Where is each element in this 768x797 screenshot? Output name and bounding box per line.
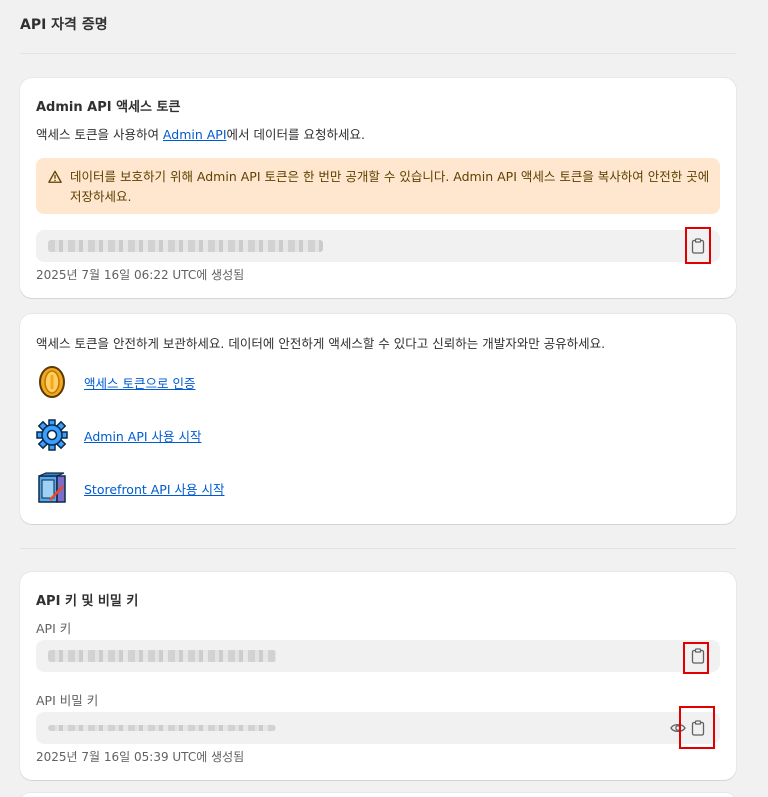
storefront-api-start-link[interactable]: Storefront API 사용 시작: [84, 479, 224, 498]
security-text: 액세스 토큰을 안전하게 보관하세요. 데이터에 안전하게 액세스할 수 있다고…: [36, 336, 606, 351]
card-description: 액세스 토큰을 사용하여 Admin API에서 데이터를 요청하세요.: [36, 124, 365, 143]
security-card: 액세스 토큰을 안전하게 보관하세요. 데이터에 안전하게 액세스할 수 있다고…: [20, 314, 736, 524]
copy-secret-button[interactable]: [686, 716, 710, 740]
resource-link-row[interactable]: Storefront API 사용 시작: [36, 470, 224, 506]
created-timestamp: 2025년 7월 16일 05:39 UTC에 생성됨: [36, 750, 245, 764]
resource-link-row[interactable]: 액세스 토큰으로 인증: [36, 364, 195, 400]
masked-api-secret: [48, 725, 276, 731]
warning-banner: 데이터를 보호하기 위해 Admin API 토큰은 한 번만 공개할 수 있습…: [36, 158, 720, 214]
clipboard-icon: [691, 720, 705, 736]
token-field[interactable]: [36, 230, 720, 262]
api-key-label: API 키: [36, 621, 72, 636]
coin-icon: [36, 366, 68, 398]
eye-icon: [670, 723, 686, 733]
api-key-field[interactable]: [36, 640, 720, 672]
card-title: Admin API 액세스 토큰: [36, 100, 181, 115]
storefront-icon: [36, 472, 68, 504]
divider: [20, 548, 736, 549]
description-suffix: 에서 데이터를 요청하세요.: [226, 127, 365, 142]
next-card-edge: [20, 793, 736, 797]
copy-api-key-button[interactable]: [686, 644, 710, 668]
masked-api-key: [48, 650, 276, 662]
warning-icon: [48, 170, 62, 183]
resource-link-row[interactable]: Admin API 사용 시작: [36, 417, 202, 453]
authenticate-link[interactable]: 액세스 토큰으로 인증: [84, 373, 195, 392]
api-secret-field[interactable]: [36, 712, 720, 744]
card-title: API 키 및 비밀 키: [36, 594, 139, 609]
copy-token-button[interactable]: [686, 234, 710, 258]
admin-token-card: Admin API 액세스 토큰 액세스 토큰을 사용하여 Admin API에…: [20, 78, 736, 298]
gear-icon: [36, 419, 68, 451]
banner-text: 데이터를 보호하기 위해 Admin API 토큰은 한 번만 공개할 수 있습…: [70, 169, 710, 204]
api-keys-card: API 키 및 비밀 키 API 키 API 비밀 키 2025년 7월 16일…: [20, 572, 736, 780]
divider: [20, 53, 736, 54]
api-secret-label: API 비밀 키: [36, 693, 99, 708]
masked-token-value: [48, 240, 323, 252]
created-timestamp: 2025년 7월 16일 06:22 UTC에 생성됨: [36, 268, 245, 282]
page-title: API 자격 증명: [20, 17, 108, 33]
admin-api-link[interactable]: Admin API: [163, 127, 227, 142]
description-prefix: 액세스 토큰을 사용하여: [36, 127, 163, 142]
admin-api-start-link[interactable]: Admin API 사용 시작: [84, 426, 202, 445]
clipboard-icon: [691, 238, 705, 254]
clipboard-icon: [691, 648, 705, 664]
